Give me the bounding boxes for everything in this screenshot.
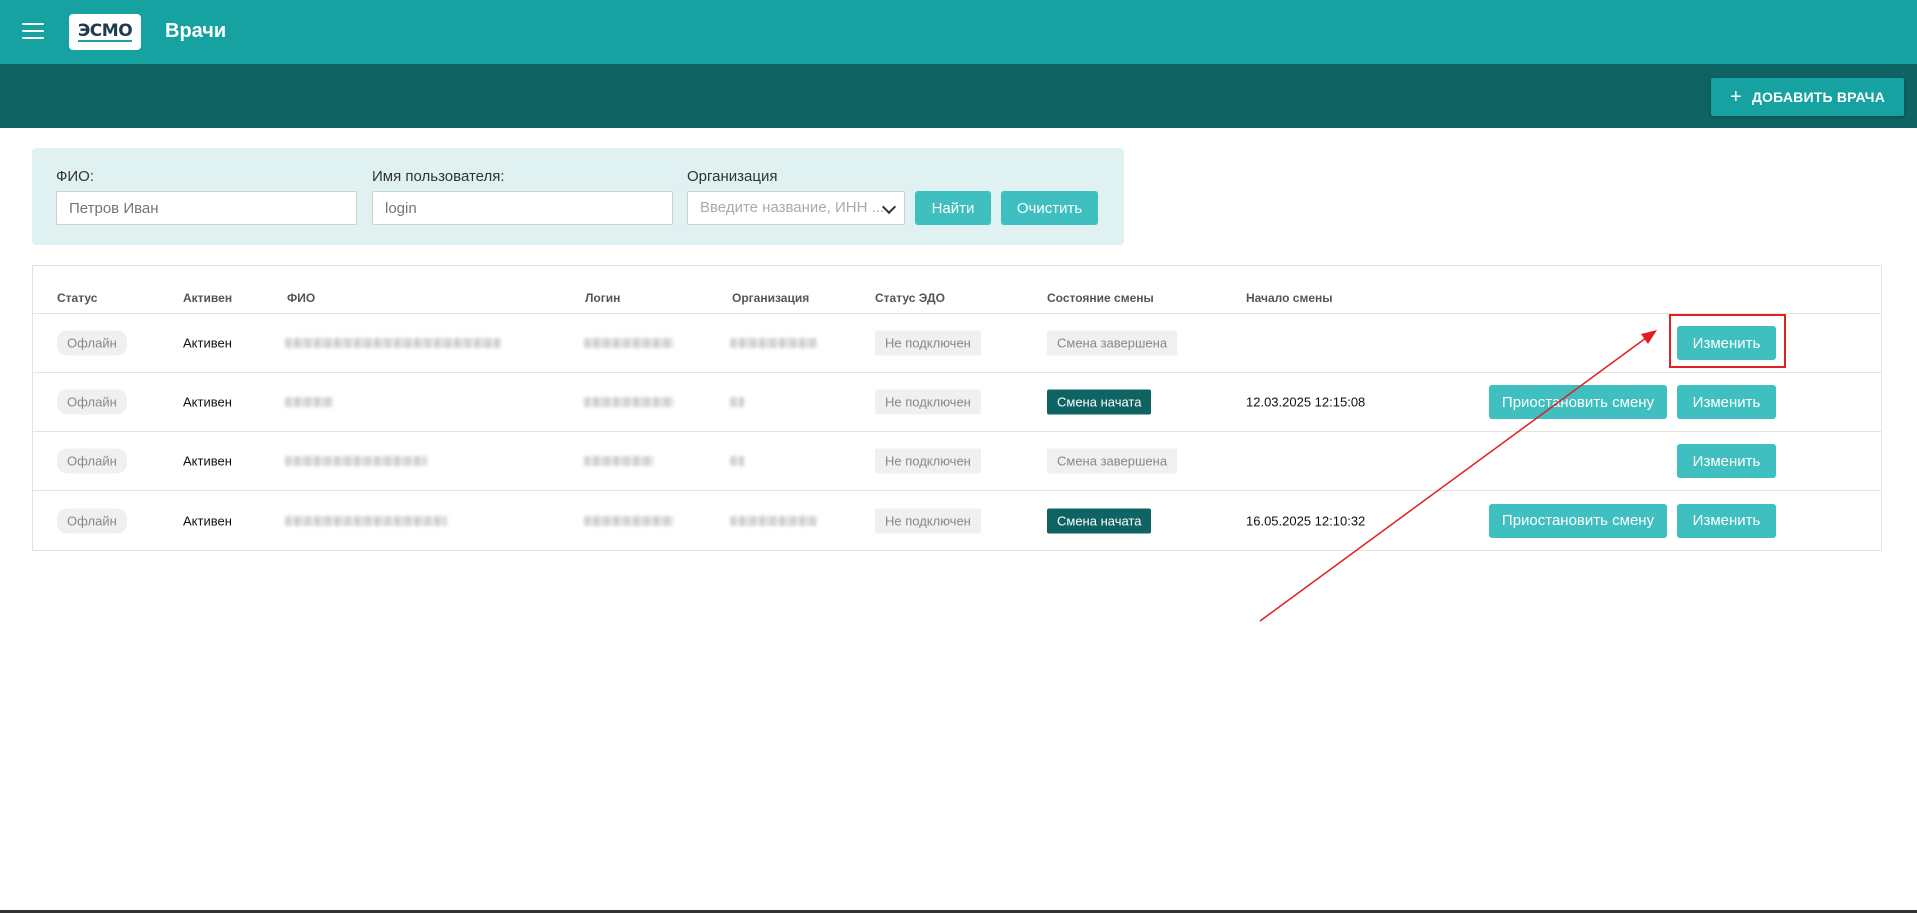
active-value: Активен <box>183 394 232 410</box>
header-login[interactable]: Логин <box>585 291 620 305</box>
active-value: Активен <box>183 335 232 351</box>
edo-status-badge: Не подключен <box>875 448 981 474</box>
search-button[interactable]: Найти <box>915 191 991 225</box>
pause-shift-button[interactable]: Приостановить смену <box>1489 385 1667 419</box>
header-active[interactable]: Активен <box>183 291 232 305</box>
login-value-redacted <box>584 338 674 348</box>
header-shift-start[interactable]: Начало смены <box>1246 291 1333 305</box>
organization-value-redacted <box>730 515 817 526</box>
add-doctor-label: ДОБАВИТЬ ВРАЧА <box>1751 89 1886 105</box>
username-label: Имя пользователя: <box>372 168 505 185</box>
edit-button[interactable]: Изменить <box>1677 503 1776 538</box>
page-title: Врачи <box>165 20 227 42</box>
shift-state-badge: Смена начата <box>1047 389 1152 415</box>
fio-value-redacted <box>285 338 501 348</box>
filter-panel: ФИО: Имя пользователя: Организация Введи… <box>32 148 1124 245</box>
header-edo-status[interactable]: Статус ЭДО <box>875 291 945 305</box>
header-shift-state[interactable]: Состояние смены <box>1047 291 1154 305</box>
login-value-redacted <box>584 515 674 526</box>
edo-status-badge: Не подключен <box>875 330 981 356</box>
doctors-table: Статус Активен ФИО Логин Организация Ста… <box>32 265 1882 551</box>
table-header: Статус Активен ФИО Логин Организация Ста… <box>33 266 1881 314</box>
organization-value-redacted <box>730 456 744 466</box>
plus-icon: + <box>1729 86 1742 108</box>
organization-select[interactable]: Введите название, ИНН ... <box>687 191 905 225</box>
table-row: Офлайн Активен Не подключен Смена заверш… <box>33 432 1881 491</box>
edit-button[interactable]: Изменить <box>1677 385 1776 419</box>
organization-value-redacted <box>730 397 744 407</box>
header-organization[interactable]: Организация <box>732 291 809 305</box>
status-badge: Офлайн <box>57 330 127 356</box>
table-row: Офлайн Активен Не подключен Смена начата… <box>33 491 1881 550</box>
active-value: Активен <box>183 453 232 469</box>
organization-label: Организация <box>687 168 778 185</box>
shift-start-value: 12.03.2025 12:15:08 <box>1246 394 1366 410</box>
fio-value-redacted <box>285 397 333 407</box>
toolbar <box>0 64 1917 128</box>
clear-button[interactable]: Очистить <box>1001 191 1098 225</box>
username-input[interactable] <box>372 191 673 225</box>
login-value-redacted <box>584 397 674 407</box>
header-status[interactable]: Статус <box>57 291 97 305</box>
status-badge: Офлайн <box>57 508 127 533</box>
pause-shift-button[interactable]: Приостановить смену <box>1489 503 1667 538</box>
fio-label: ФИО: <box>56 168 95 185</box>
active-value: Активен <box>183 513 232 528</box>
login-value-redacted <box>584 456 654 466</box>
shift-state-badge: Смена завершена <box>1047 330 1178 356</box>
status-badge: Офлайн <box>57 389 127 415</box>
shift-start-value: 16.05.2025 12:10:32 <box>1246 513 1366 528</box>
shift-state-badge: Смена завершена <box>1047 448 1178 474</box>
table-row: Офлайн Активен Не подключен Смена начата… <box>33 373 1881 432</box>
top-app-bar: ЭСМО Врачи <box>0 0 1917 64</box>
fio-value-redacted <box>285 515 447 526</box>
annotation-highlight-box <box>1669 314 1786 368</box>
table-row: Офлайн Активен Не подключен Смена заверш… <box>33 314 1881 373</box>
logo[interactable]: ЭСМО <box>69 14 141 50</box>
status-badge: Офлайн <box>57 448 127 474</box>
header-fio[interactable]: ФИО <box>287 291 315 305</box>
organization-value-redacted <box>730 338 817 348</box>
menu-icon[interactable] <box>22 23 44 39</box>
edo-status-badge: Не подключен <box>875 508 981 533</box>
edo-status-badge: Не подключен <box>875 389 981 415</box>
shift-state-badge: Смена начата <box>1047 508 1152 533</box>
edit-button[interactable]: Изменить <box>1677 444 1776 478</box>
add-doctor-button[interactable]: + ДОБАВИТЬ ВРАЧА <box>1711 78 1904 116</box>
fio-value-redacted <box>285 456 427 466</box>
fio-input[interactable] <box>56 191 357 225</box>
organization-placeholder: Введите название, ИНН ... <box>700 199 885 216</box>
logo-text: ЭСМО <box>77 21 133 42</box>
